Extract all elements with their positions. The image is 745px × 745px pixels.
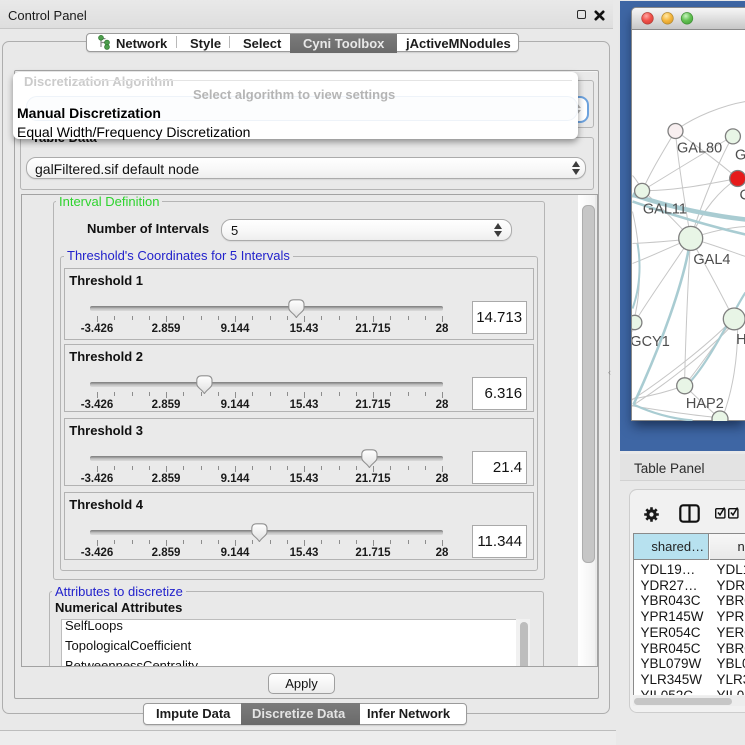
svg-text:GAL80: GAL80 (677, 140, 722, 156)
svg-text:GAL11: GAL11 (643, 201, 687, 217)
svg-text:HAP2: HAP2 (686, 396, 724, 412)
svg-text:GCY1: GCY1 (632, 334, 670, 350)
svg-text:GAL4: GAL4 (693, 252, 730, 268)
svg-text:GA: GA (735, 147, 745, 163)
svg-text:H: H (736, 332, 745, 348)
svg-text:C: C (740, 187, 745, 203)
